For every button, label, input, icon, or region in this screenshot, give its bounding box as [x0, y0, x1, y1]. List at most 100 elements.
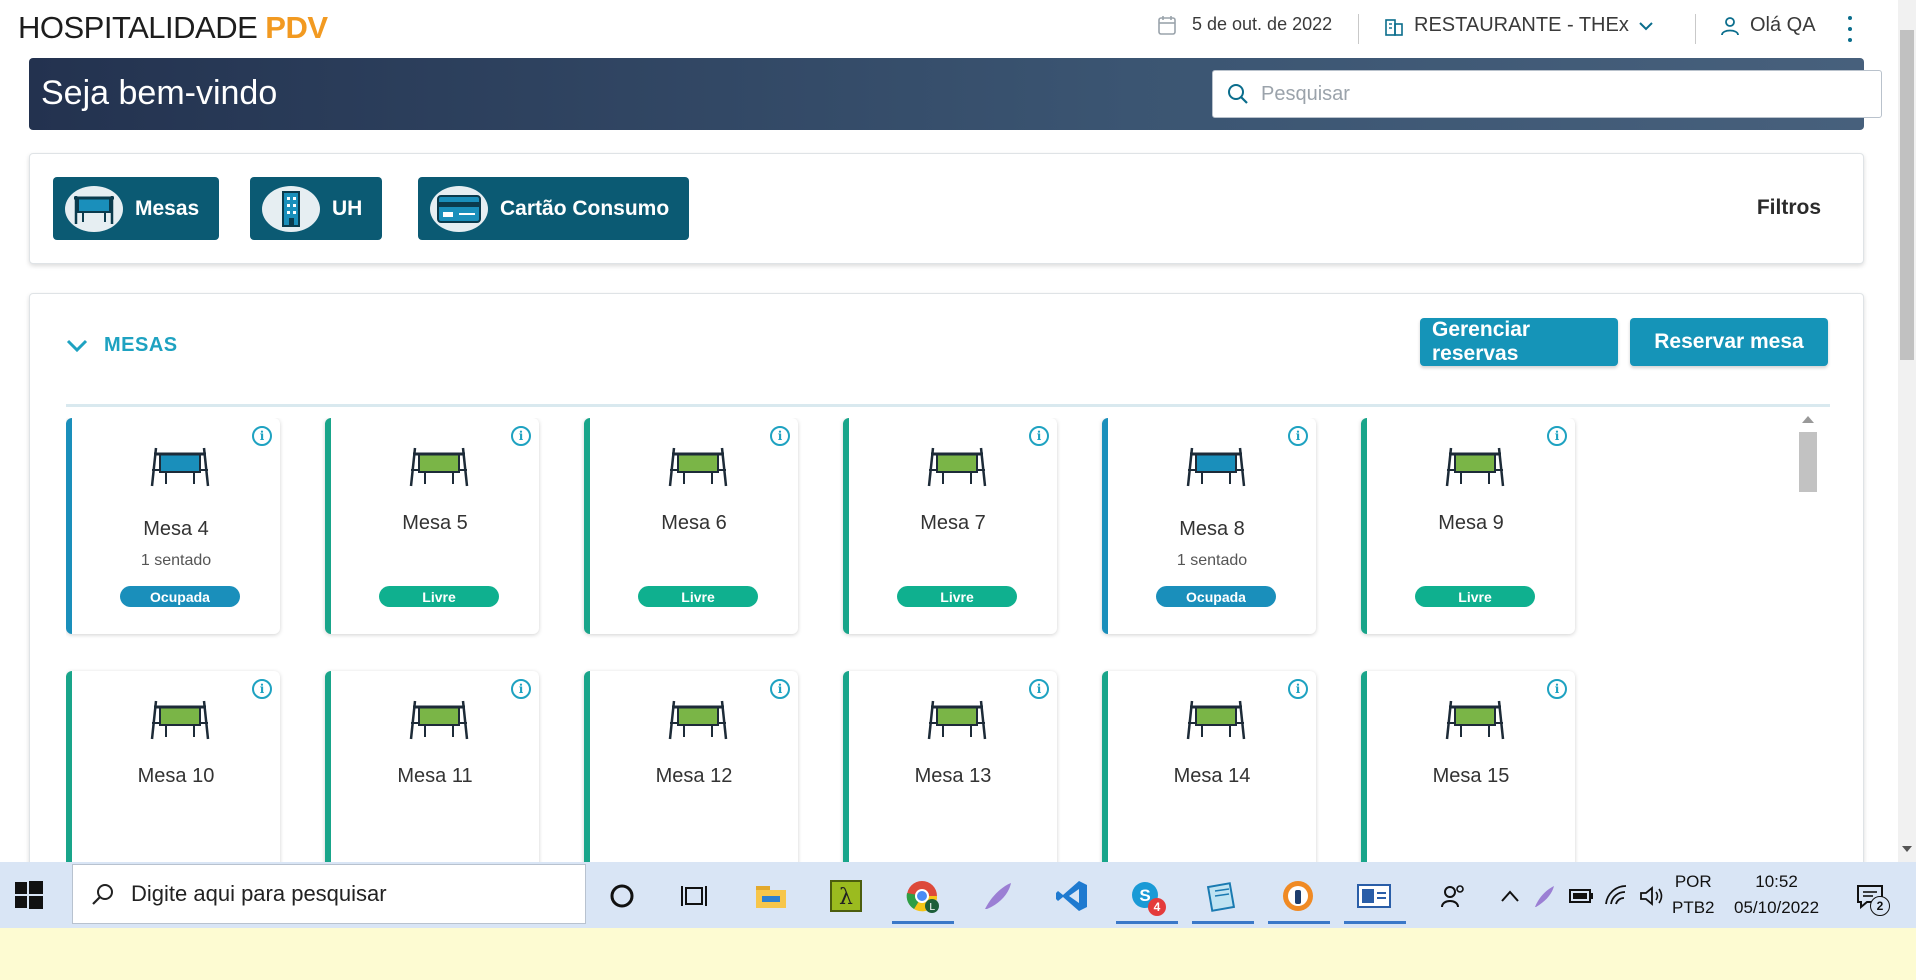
brand-accent: PDV — [265, 10, 328, 45]
table-card[interactable]: i Mesa 15 — [1361, 671, 1575, 862]
table-status-badge: Ocupada — [120, 586, 240, 607]
table-icon — [927, 447, 987, 487]
lambda-app-icon[interactable]: λ — [824, 874, 868, 918]
header-separator — [1358, 14, 1359, 44]
clock[interactable]: 10:52 05/10/2022 — [1734, 862, 1819, 928]
svg-text:λ: λ — [839, 885, 853, 910]
restaurant-selector[interactable]: RESTAURANTE - THEx — [1384, 14, 1653, 37]
card-icon — [430, 185, 488, 232]
top-header: HOSPITALIDADE PDV 5 de out. de 2022 RESTA… — [0, 0, 1916, 56]
taskbar-search[interactable]: Digite aqui para pesquisar — [72, 864, 586, 924]
volume-icon[interactable] — [1630, 874, 1674, 918]
table-card[interactable]: i Mesa 13 — [843, 671, 1057, 862]
info-icon[interactable]: i — [770, 426, 790, 446]
page-scrollbar[interactable] — [1898, 0, 1916, 862]
date-display: 5 de out. de 2022 — [1158, 14, 1332, 35]
tables-grid: i Mesa 4 1 sentado Ocupada i Mesa 5 Livre i Mesa… — [66, 418, 1830, 862]
category-cartao-consumo-button[interactable]: Cartão Consumo — [418, 177, 690, 240]
search-input[interactable] — [1261, 82, 1841, 106]
svg-text:L: L — [929, 902, 935, 913]
remote-desktop-icon[interactable] — [1344, 874, 1406, 924]
filters-button[interactable]: Filtros — [1757, 196, 1821, 220]
brand-logo[interactable]: HOSPITALIDADE PDV — [18, 10, 328, 46]
building-icon — [262, 185, 320, 232]
scroll-up-icon[interactable] — [1802, 416, 1814, 423]
scrollbar-thumb[interactable] — [1799, 432, 1817, 492]
table-name: Mesa 7 — [920, 512, 986, 534]
keyboard-text: PTB2 — [1672, 898, 1715, 917]
info-icon[interactable]: i — [252, 679, 272, 699]
taskbar-search-placeholder: Digite aqui para pesquisar — [131, 881, 387, 906]
category-mesas-button[interactable]: Mesas — [53, 177, 220, 240]
info-icon[interactable]: i — [1029, 426, 1049, 446]
feather-app-icon[interactable] — [976, 874, 1020, 918]
table-icon — [150, 447, 210, 487]
skype-icon[interactable]: S 4 — [1116, 874, 1178, 924]
notepad-icon[interactable] — [1192, 874, 1254, 924]
table-card[interactable]: i Mesa 4 1 sentado Ocupada — [66, 418, 280, 634]
welcome-banner: Seja bem-vindo — [29, 58, 1882, 130]
table-card[interactable]: i Mesa 9 Livre — [1361, 418, 1575, 634]
table-card[interactable]: i Mesa 6 Livre — [584, 418, 798, 634]
language-text: POR — [1674, 872, 1712, 891]
table-card[interactable]: i Mesa 10 — [66, 671, 280, 862]
info-icon[interactable]: i — [1547, 426, 1567, 446]
vscode-icon[interactable] — [1050, 874, 1094, 918]
table-seated-count: 1 sentado — [140, 552, 212, 569]
table-seated-count: 1 sentado — [1176, 552, 1248, 569]
search-box[interactable] — [1212, 70, 1882, 118]
table-icon — [1445, 700, 1505, 740]
table-name: Mesa 10 — [137, 765, 215, 787]
manage-reservations-button[interactable]: Gerenciar reservas — [1420, 318, 1618, 366]
table-icon — [668, 447, 728, 487]
info-icon[interactable]: i — [1288, 426, 1308, 446]
notifications-icon[interactable]: 2 — [1848, 874, 1892, 918]
table-name: Mesa 15 — [1432, 765, 1510, 787]
info-icon[interactable]: i — [252, 426, 272, 446]
info-icon[interactable]: i — [770, 679, 790, 699]
table-name: Mesa 14 — [1173, 765, 1251, 787]
table-icon — [65, 185, 123, 232]
table-name: Mesa 11 — [397, 765, 473, 787]
active-indicator — [1192, 921, 1254, 924]
table-card[interactable]: i Mesa 5 Livre — [325, 418, 539, 634]
scroll-down-icon[interactable] — [1902, 846, 1912, 852]
reserve-table-button[interactable]: Reservar mesa — [1630, 318, 1828, 366]
cortana-icon[interactable] — [600, 874, 644, 918]
search-icon — [92, 884, 113, 905]
table-card[interactable]: i Mesa 7 Livre — [843, 418, 1057, 634]
vpn-app-icon[interactable] — [1268, 874, 1330, 924]
info-icon[interactable]: i — [1288, 679, 1308, 699]
chrome-icon[interactable]: L — [892, 874, 954, 924]
language-indicator[interactable]: POR PTB2 — [1672, 862, 1715, 928]
calendar-icon — [1158, 15, 1176, 35]
notifications-badge: 2 — [1870, 896, 1890, 916]
info-icon[interactable]: i — [511, 426, 531, 446]
section-toggle[interactable]: MESAS — [66, 334, 178, 357]
info-icon[interactable]: i — [511, 679, 531, 699]
tables-scrollbar[interactable] — [1797, 412, 1819, 862]
table-icon — [409, 700, 469, 740]
info-icon[interactable]: i — [1029, 679, 1049, 699]
table-name: Mesa 8 — [1179, 518, 1245, 540]
table-card[interactable]: i Mesa 8 1 sentado Ocupada — [1102, 418, 1316, 634]
table-card[interactable]: i Mesa 12 — [584, 671, 798, 862]
info-icon[interactable]: i — [1547, 679, 1567, 699]
chevron-down-icon — [66, 339, 88, 352]
category-uh-button[interactable]: UH — [250, 177, 383, 240]
table-name: Mesa 12 — [655, 765, 733, 787]
file-explorer-icon[interactable] — [749, 874, 793, 918]
table-card[interactable]: i Mesa 11 — [325, 671, 539, 862]
task-view-icon[interactable] — [672, 874, 716, 918]
table-card[interactable]: i Mesa 14 — [1102, 671, 1316, 862]
people-icon[interactable] — [1432, 874, 1476, 918]
header-separator — [1695, 14, 1696, 44]
page-scrollbar-thumb[interactable] — [1900, 30, 1914, 360]
more-options-icon[interactable] — [1842, 16, 1858, 42]
user-menu[interactable]: Olá QA — [1720, 14, 1816, 37]
windows-start-icon[interactable] — [14, 880, 44, 910]
clock-date: 05/10/2022 — [1734, 898, 1820, 917]
user-greeting: Olá QA — [1750, 14, 1816, 36]
active-indicator — [1268, 921, 1330, 924]
section-title: MESAS — [104, 334, 178, 356]
